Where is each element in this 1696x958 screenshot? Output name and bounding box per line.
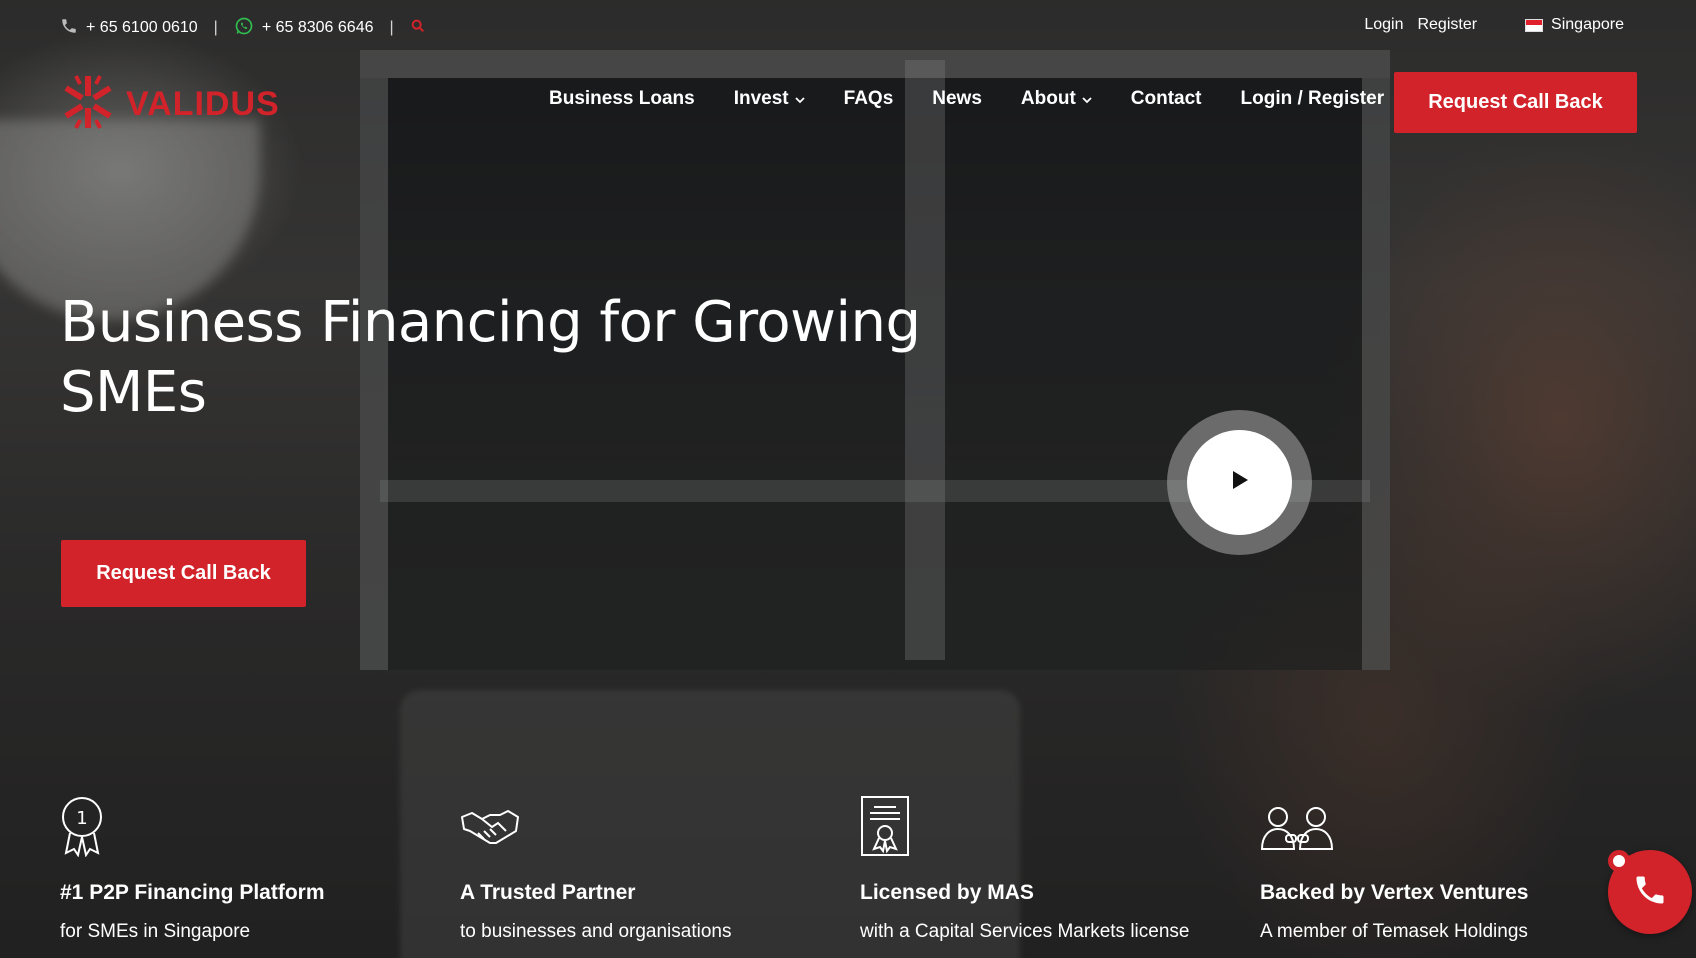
nav-label: Business Loans — [549, 88, 695, 109]
certificate-icon — [860, 795, 1260, 859]
nav-business-loans[interactable]: Business Loans — [549, 88, 695, 110]
feature-item: A Trusted Partner to businesses and orga… — [460, 795, 860, 943]
country-label: Singapore — [1551, 16, 1624, 33]
feature-item: Backed by Vertex Ventures A member of Te… — [1260, 795, 1660, 943]
feature-title: Backed by Vertex Ventures — [1260, 881, 1529, 904]
request-call-back-nav-button[interactable]: Request Call Back — [1394, 72, 1637, 133]
nav-news[interactable]: News — [932, 88, 982, 110]
nav-label: FAQs — [843, 88, 894, 109]
request-call-back-hero-button[interactable]: Request Call Back — [61, 540, 306, 607]
nav-contact[interactable]: Contact — [1131, 88, 1202, 110]
video-play-button[interactable] — [1167, 410, 1312, 555]
nav-label: News — [932, 88, 982, 109]
feature-subtitle: to businesses and organisations — [460, 921, 732, 942]
whatsapp-icon — [234, 16, 254, 41]
account-links: Login Register Singapore — [1364, 16, 1624, 34]
feature-title: A Trusted Partner — [460, 881, 636, 904]
login-link[interactable]: Login — [1364, 16, 1403, 34]
topbar-divider: | — [389, 19, 394, 36]
feature-title: Licensed by MAS — [860, 881, 1034, 904]
nav-label: Invest — [733, 88, 789, 109]
validus-logo[interactable]: VALIDUS — [60, 72, 280, 137]
feature-item: 1 #1 P2P Financing Platform for SMEs in … — [60, 795, 460, 943]
nav-label: About — [1020, 88, 1076, 109]
nav-label: Contact — [1130, 88, 1202, 109]
topbar-divider: | — [213, 19, 218, 36]
contact-info: + 65 6100 0610 | + 65 8306 6646 | — [60, 16, 426, 41]
partners-icon — [1260, 795, 1660, 859]
main-nav: Business Loans Invest FAQs News About Co… — [549, 88, 1423, 110]
search-icon[interactable] — [410, 18, 426, 39]
handshake-icon — [460, 795, 860, 859]
country-selector[interactable]: Singapore — [1525, 16, 1624, 34]
chevron-down-icon — [795, 88, 805, 110]
phone-number[interactable]: + 65 6100 0610 — [86, 19, 198, 37]
hero-title: Business Financing for Growing SMEs — [60, 288, 960, 428]
feature-subtitle: for SMEs in Singapore — [60, 921, 251, 942]
phone-icon — [1632, 872, 1668, 913]
whatsapp-number[interactable]: + 65 8306 6646 — [262, 19, 374, 37]
play-button-circle — [1187, 430, 1292, 535]
feature-subtitle: with a Capital Services Markets license — [860, 921, 1190, 942]
nav-login-register[interactable]: Login / Register — [1241, 88, 1385, 110]
svg-text:1: 1 — [76, 808, 87, 829]
brand-wordmark: VALIDUS — [126, 85, 280, 123]
feature-subtitle: A member of Temasek Holdings — [1260, 921, 1528, 942]
play-icon — [1231, 470, 1249, 495]
hero-title-line1: Business Financing for Growing — [60, 290, 921, 355]
feature-item: Licensed by MAS with a Capital Services … — [860, 795, 1260, 943]
chevron-down-icon — [1082, 88, 1092, 110]
notification-dot — [1608, 850, 1630, 872]
nav-invest[interactable]: Invest — [734, 88, 805, 110]
nav-label: Login / Register — [1240, 88, 1385, 109]
utility-bar: + 65 6100 0610 | + 65 8306 6646 | Login … — [60, 16, 1636, 40]
nav-about[interactable]: About — [1021, 88, 1092, 110]
nav-faqs[interactable]: FAQs — [844, 88, 894, 110]
award-ribbon-icon: 1 — [60, 795, 460, 859]
phone-icon — [60, 17, 78, 40]
hero-title-line2: SMEs — [60, 360, 207, 425]
register-link[interactable]: Register — [1417, 16, 1477, 34]
validus-star-icon — [60, 72, 116, 137]
feature-title: #1 P2P Financing Platform — [60, 881, 325, 904]
singapore-flag-icon — [1525, 18, 1544, 32]
